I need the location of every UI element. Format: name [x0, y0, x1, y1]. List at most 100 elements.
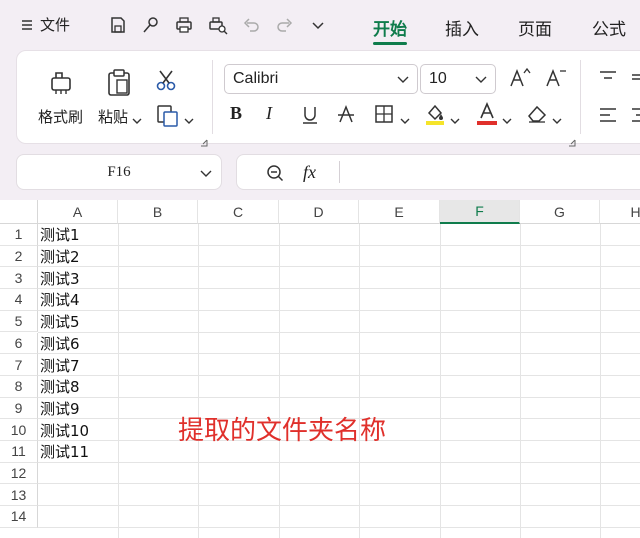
column-gridline [440, 224, 441, 538]
font-color-dropdown-icon[interactable] [502, 110, 512, 129]
clear-format-icon[interactable] [526, 104, 548, 128]
font-name-select[interactable]: Calibri [224, 64, 418, 94]
row-header[interactable]: 12 [0, 462, 38, 485]
format-painter-icon[interactable] [48, 68, 74, 100]
tab-home[interactable]: 开始 [373, 15, 407, 40]
column-header[interactable]: A [38, 200, 118, 224]
align-middle-icon[interactable] [632, 68, 640, 90]
select-all-corner[interactable] [0, 200, 38, 224]
row-header[interactable]: 13 [0, 484, 38, 507]
row-header[interactable]: 10 [0, 419, 38, 441]
tab-page[interactable]: 页面 [518, 15, 552, 40]
row-header[interactable]: 11 [0, 441, 38, 463]
clipboard-dialog-launcher-icon[interactable] [200, 132, 208, 151]
cell-a[interactable]: 测试3 [40, 267, 80, 289]
file-menu-label: 文件 [40, 16, 71, 34]
row-header[interactable]: 9 [0, 397, 38, 420]
cell-a[interactable]: 测试2 [40, 246, 80, 268]
row-gridline [38, 461, 640, 463]
print-icon[interactable] [173, 14, 195, 36]
paste-icon[interactable] [106, 68, 132, 100]
cut-icon[interactable] [154, 68, 178, 96]
borders-dropdown-icon[interactable] [400, 110, 410, 129]
name-box[interactable]: F16 [16, 154, 222, 190]
paste-dropdown-icon[interactable] [132, 110, 142, 129]
chevron-down-icon [200, 170, 212, 177]
row-header[interactable]: 1 [0, 224, 38, 246]
column-header-selected[interactable]: F [440, 200, 520, 224]
row-header[interactable]: 7 [0, 354, 38, 376]
row-gridline [38, 288, 640, 290]
brush-icon[interactable] [140, 14, 162, 36]
column-gridline [520, 224, 521, 538]
underline-icon[interactable] [300, 104, 320, 130]
row-gridline [38, 374, 640, 376]
tab-insert[interactable]: 插入 [445, 15, 479, 40]
cell-a[interactable]: 测试7 [40, 354, 80, 376]
row-header[interactable]: 2 [0, 245, 38, 268]
undo-icon[interactable] [240, 14, 262, 36]
align-top-icon[interactable] [598, 68, 618, 90]
insert-function-icon[interactable]: fx [303, 162, 316, 183]
borders-icon[interactable] [374, 104, 394, 128]
copy-dropdown-icon[interactable] [184, 110, 194, 129]
row-gridline [38, 309, 640, 311]
hamburger-icon [22, 19, 32, 30]
font-dialog-launcher-icon[interactable] [568, 132, 576, 151]
column-header[interactable]: D [279, 200, 359, 224]
row-header[interactable]: 14 [0, 506, 38, 528]
file-menu-button[interactable]: 文件 [20, 14, 70, 35]
strikethrough-icon[interactable] [336, 104, 356, 130]
row-header[interactable]: 8 [0, 375, 38, 398]
cell-a[interactable]: 测试4 [40, 289, 80, 311]
copy-icon[interactable] [156, 104, 180, 132]
increase-font-size-icon[interactable] [508, 66, 532, 94]
cell-a[interactable]: 测试6 [40, 333, 80, 355]
align-left-icon[interactable] [598, 106, 618, 128]
align-center-icon[interactable] [632, 106, 640, 128]
cell-a[interactable]: 测试1 [40, 224, 80, 246]
format-painter-label[interactable]: 格式刷 [38, 106, 83, 127]
fill-color-icon[interactable] [424, 102, 446, 130]
row-header[interactable]: 3 [0, 267, 38, 290]
cell-a[interactable]: 测试9 [40, 398, 80, 420]
italic-icon[interactable]: I [266, 103, 272, 124]
formula-bar[interactable]: fx [236, 154, 640, 190]
column-gridline [118, 224, 119, 538]
chevron-down-icon[interactable] [307, 14, 329, 36]
cell-a[interactable]: 测试10 [40, 419, 89, 441]
row-header[interactable]: 5 [0, 310, 38, 333]
print-preview-icon[interactable] [207, 14, 229, 36]
top-menu-bar: 文件 开始 插入 页面 公式 [0, 0, 640, 50]
clear-format-dropdown-icon[interactable] [552, 110, 562, 129]
spreadsheet-grid: A B C D E F G H 1 测试1 2 测试2 3 测试3 4 测试4 5 测试5 6 测试6… [0, 200, 640, 538]
row-header[interactable]: 4 [0, 289, 38, 311]
name-box-value: F16 [107, 163, 131, 180]
annotation-text: 提取的文件夹名称 [178, 416, 387, 446]
font-name-value: Calibri [233, 70, 279, 87]
column-gridline [279, 224, 280, 538]
row-header[interactable]: 6 [0, 332, 38, 355]
tab-formulas[interactable]: 公式 [592, 15, 626, 40]
column-header[interactable]: H [600, 200, 640, 224]
fill-color-dropdown-icon[interactable] [450, 110, 460, 129]
cell-a[interactable]: 测试5 [40, 311, 80, 333]
font-size-select[interactable]: 10 [420, 64, 496, 94]
decrease-font-size-icon[interactable] [544, 66, 568, 94]
column-header[interactable]: C [198, 200, 279, 224]
bold-icon[interactable]: B [230, 103, 242, 124]
column-gridline [198, 224, 199, 538]
redo-icon[interactable] [274, 14, 296, 36]
ribbon-separator [212, 60, 213, 134]
font-color-icon[interactable] [476, 101, 498, 130]
column-header[interactable]: G [520, 200, 600, 224]
row-gridline [38, 483, 640, 485]
chevron-down-icon [397, 76, 409, 83]
paste-label[interactable]: 粘贴 [98, 106, 128, 127]
cell-a[interactable]: 测试8 [40, 376, 80, 398]
cell-a[interactable]: 测试11 [40, 441, 89, 463]
zoom-icon[interactable] [265, 163, 285, 183]
column-header[interactable]: B [118, 200, 198, 224]
save-icon[interactable] [107, 14, 129, 36]
column-header[interactable]: E [359, 200, 440, 224]
